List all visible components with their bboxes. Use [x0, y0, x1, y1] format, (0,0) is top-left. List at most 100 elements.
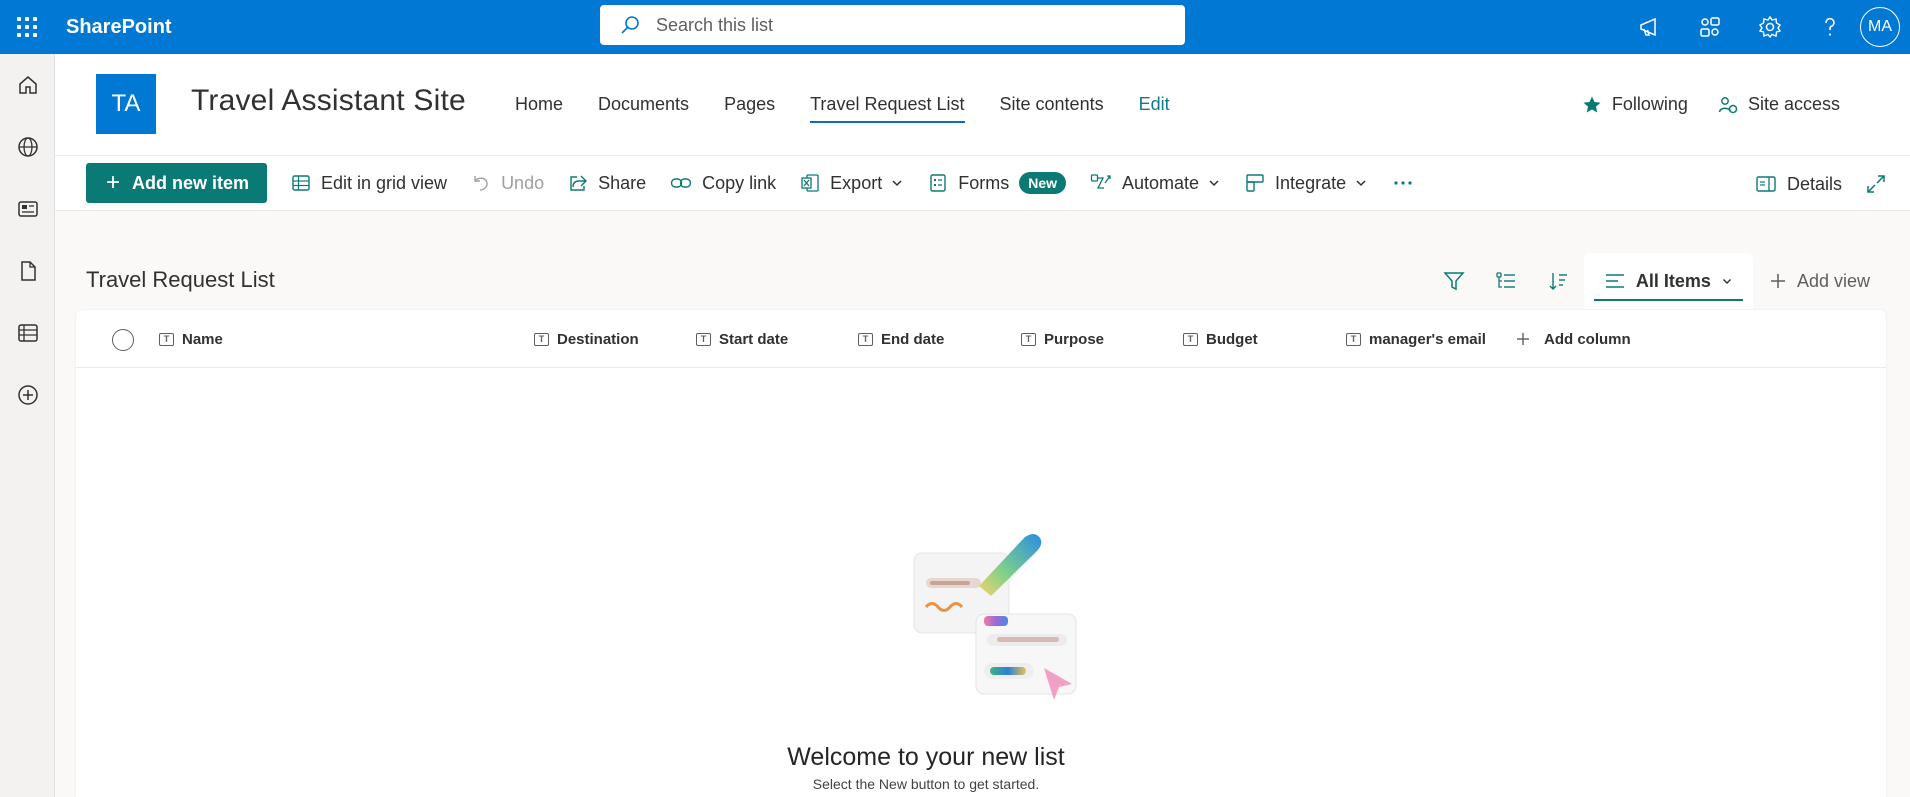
column-header-destination[interactable]: T Destination: [534, 310, 639, 368]
nav-travel-request-list[interactable]: Travel Request List: [810, 94, 965, 123]
edit-grid-view-label: Edit in grid view: [321, 172, 448, 193]
text-field-icon: T: [858, 332, 873, 346]
share-icon: [570, 175, 588, 191]
filter-icon[interactable]: [1428, 253, 1480, 309]
search-icon: [621, 16, 639, 34]
app-launcher-icon[interactable]: [0, 0, 54, 54]
select-all-checkbox[interactable]: [112, 329, 134, 351]
new-badge: New: [1019, 172, 1066, 194]
list-icon[interactable]: [0, 302, 55, 364]
nav-edit[interactable]: Edit: [1139, 94, 1170, 123]
left-app-rail: [0, 54, 55, 797]
view-name: All Items: [1635, 270, 1711, 291]
column-header-label: Purpose: [1044, 330, 1105, 348]
empty-state-subtitle: Select the New button to get started.: [812, 776, 1040, 792]
copy-link-label: Copy link: [702, 172, 777, 193]
add-view-label: Add view: [1796, 270, 1870, 291]
site-logo[interactable]: TA: [96, 74, 156, 134]
following-button[interactable]: Following: [1582, 94, 1688, 115]
site-access-label: Site access: [1747, 94, 1840, 114]
add-new-item-label: Add new item: [132, 172, 250, 193]
search-box[interactable]: Search this list: [600, 5, 1185, 45]
news-icon[interactable]: [0, 178, 55, 240]
forms-label: Forms: [958, 172, 1010, 193]
app-connect-icon[interactable]: [1680, 0, 1740, 54]
text-field-icon: T: [1346, 332, 1361, 346]
column-header-label: Start date: [719, 330, 789, 348]
copy-link-button[interactable]: Copy link: [670, 163, 776, 203]
edit-grid-view-button[interactable]: Edit in grid view: [291, 163, 447, 203]
automate-dropdown[interactable]: Automate: [1090, 163, 1221, 203]
column-header-label: End date: [881, 330, 945, 348]
text-field-icon: T: [159, 332, 174, 346]
chevron-down-icon: [892, 180, 902, 187]
column-header-row: T Name T Destination T Start date T End …: [76, 310, 1886, 368]
list-container: T Name T Destination T Start date T End …: [76, 310, 1886, 797]
add-column-button[interactable]: Add column: [1516, 310, 1631, 368]
excel-icon: [801, 174, 819, 192]
document-icon[interactable]: [0, 240, 55, 302]
sort-icon[interactable]: [1532, 253, 1584, 309]
text-field-icon: T: [696, 332, 711, 346]
empty-state-title: Welcome to your new list: [787, 743, 1065, 771]
export-label: Export: [830, 172, 883, 193]
globe-icon[interactable]: [0, 116, 55, 178]
text-field-icon: T: [1183, 332, 1198, 346]
column-header-label: Destination: [557, 330, 639, 348]
column-header-budget[interactable]: T Budget: [1183, 310, 1258, 368]
nav-home[interactable]: Home: [515, 94, 563, 123]
empty-list-illustration: [913, 534, 1077, 700]
brand-name[interactable]: SharePoint: [66, 16, 172, 39]
add-new-item-button[interactable]: + Add new item: [86, 163, 267, 203]
following-label: Following: [1611, 94, 1688, 114]
expand-icon: [1867, 175, 1885, 193]
chevron-down-icon: [1722, 279, 1731, 284]
plus-icon: [1770, 274, 1785, 288]
undo-icon: [474, 176, 488, 191]
site-title[interactable]: Travel Assistant Site: [191, 84, 466, 118]
settings-gear-icon[interactable]: [1740, 0, 1800, 54]
column-header-end-date[interactable]: T End date: [858, 310, 944, 368]
export-dropdown[interactable]: Export: [800, 163, 904, 203]
share-button[interactable]: Share: [568, 163, 646, 203]
integrate-dropdown[interactable]: Integrate: [1245, 163, 1368, 203]
people-access-icon: [1718, 96, 1738, 113]
column-header-name[interactable]: T Name: [159, 310, 223, 368]
column-header-managers-email[interactable]: T manager's email: [1346, 310, 1486, 368]
create-plus-icon[interactable]: [0, 364, 55, 426]
suite-bar: SharePoint Search this list MA: [0, 0, 1910, 54]
chevron-down-icon: [1356, 180, 1366, 187]
group-by-icon[interactable]: [1480, 253, 1532, 309]
text-field-icon: T: [534, 332, 549, 346]
forms-button[interactable]: Forms New: [928, 163, 1066, 203]
column-header-purpose[interactable]: T Purpose: [1021, 310, 1104, 368]
column-header-label: Name: [182, 330, 223, 348]
column-header-label: manager's email: [1369, 330, 1486, 348]
undo-button[interactable]: Undo: [471, 163, 544, 203]
view-switcher-all-items[interactable]: All Items: [1583, 253, 1753, 309]
site-access-button[interactable]: Site access: [1718, 94, 1840, 115]
home-icon[interactable]: [0, 54, 55, 116]
nav-documents[interactable]: Documents: [598, 94, 689, 123]
integrate-icon: [1246, 174, 1264, 192]
add-view-button[interactable]: Add view: [1769, 271, 1870, 292]
integrate-label: Integrate: [1275, 172, 1347, 193]
column-header-start-date[interactable]: T Start date: [696, 310, 788, 368]
chevron-down-icon: [1209, 180, 1219, 187]
command-bar: + Add new item Edit in grid view Undo Sh…: [55, 155, 1910, 211]
nav-site-contents[interactable]: Site contents: [1000, 94, 1104, 123]
forms-icon: [930, 174, 946, 192]
more-options-button[interactable]: [1392, 163, 1414, 203]
nav-pages[interactable]: Pages: [724, 94, 775, 123]
grid-icon: [292, 175, 310, 191]
avatar[interactable]: MA: [1860, 7, 1900, 47]
megaphone-icon[interactable]: [1620, 0, 1680, 54]
site-header: TA Travel Assistant Site Home Documents …: [55, 54, 1910, 155]
column-header-label: Budget: [1206, 330, 1258, 348]
undo-label: Undo: [501, 172, 545, 193]
star-icon: [1583, 96, 1601, 112]
help-icon[interactable]: [1800, 0, 1860, 54]
details-button[interactable]: Details: [1755, 164, 1842, 204]
add-column-label: Add column: [1544, 330, 1631, 348]
expand-button[interactable]: [1866, 164, 1886, 204]
